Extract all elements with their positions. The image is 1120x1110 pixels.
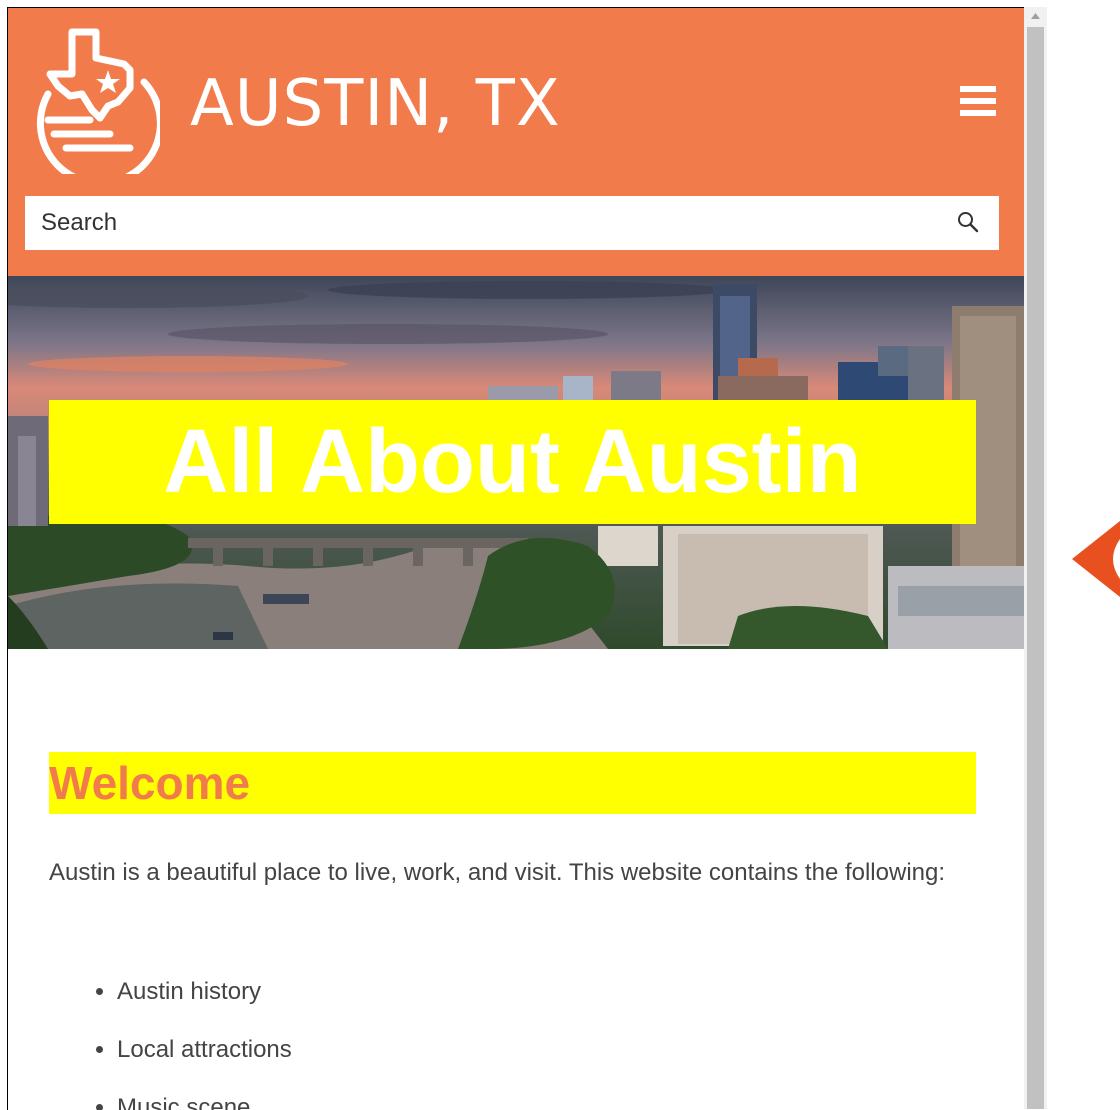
site-header: AUSTIN, TX (8, 8, 1025, 276)
intro-paragraph: Austin is a beautiful place to live, wor… (49, 859, 946, 886)
callout-arrow-icon (1072, 521, 1120, 597)
content-list: Austin history Local attractions Music s… (49, 968, 292, 1110)
vertical-scrollbar[interactable] (1024, 7, 1047, 1109)
hero-title: All About Austin (49, 400, 976, 524)
welcome-heading: Welcome (49, 752, 976, 814)
site-title[interactable]: AUSTIN, TX (190, 72, 561, 136)
list-item: Local attractions (117, 1026, 292, 1084)
search-icon[interactable] (956, 210, 980, 234)
scrollbar-thumb[interactable] (1027, 27, 1044, 1109)
list-item: Music scene (117, 1084, 292, 1110)
search-input[interactable] (25, 196, 925, 250)
texas-star-logo[interactable] (26, 24, 160, 174)
scroll-up-arrow-icon[interactable] (1024, 7, 1047, 27)
hamburger-menu-icon[interactable] (960, 86, 996, 116)
search-bar (25, 196, 999, 250)
browser-viewport: AUSTIN, TX Search All About Austin Welco… (7, 7, 1025, 1110)
hero-banner: All About Austin (8, 276, 1025, 649)
list-item: Austin history (117, 968, 292, 1026)
